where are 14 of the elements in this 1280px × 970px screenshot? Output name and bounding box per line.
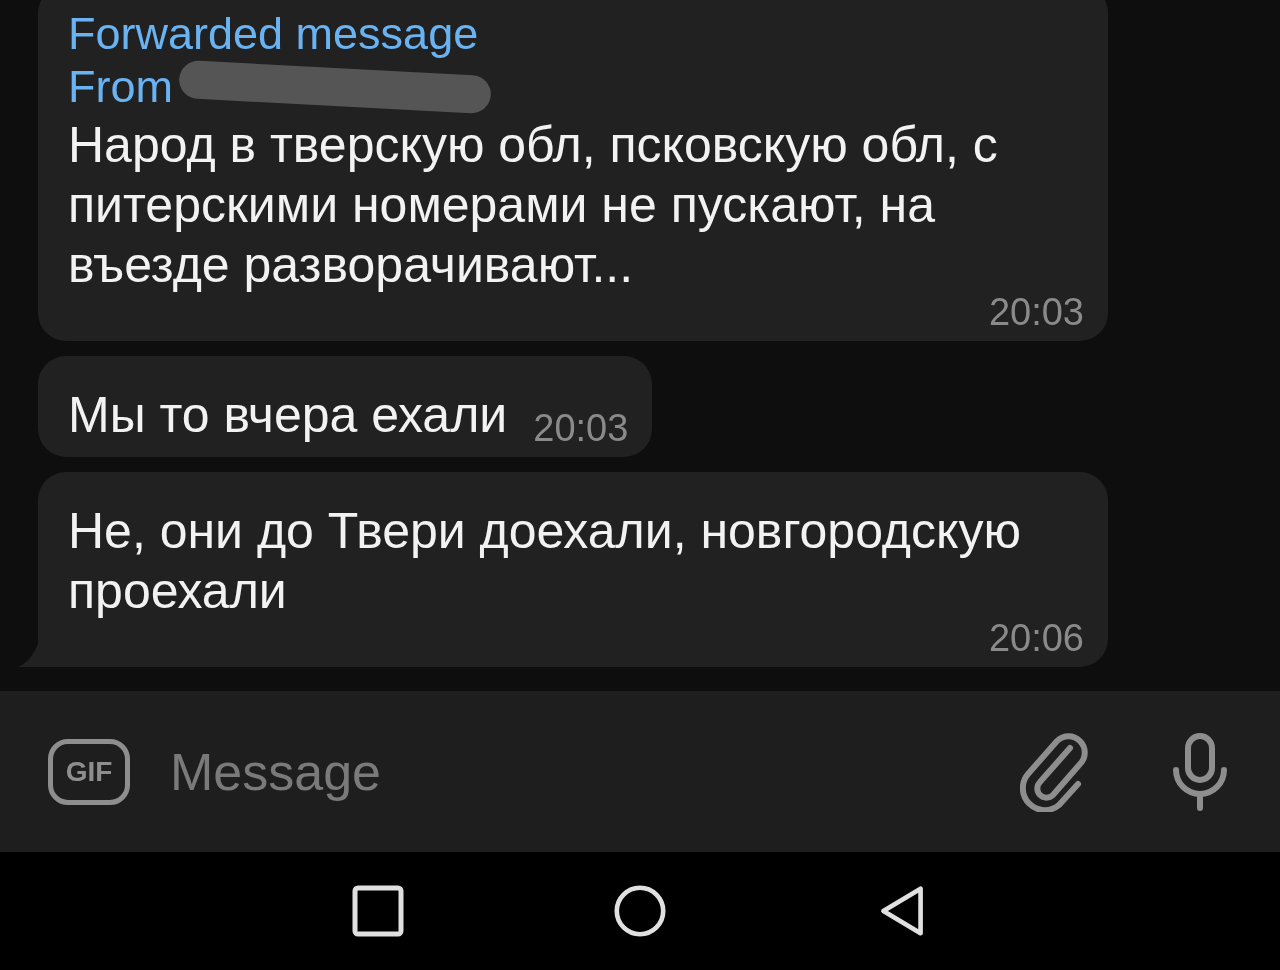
microphone-icon[interactable] bbox=[1170, 731, 1230, 812]
sender-label: From bbox=[68, 60, 173, 113]
forwarded-label: Forwarded message bbox=[68, 7, 480, 60]
paperclip-icon[interactable] bbox=[1020, 731, 1090, 812]
message-input[interactable]: Message bbox=[170, 739, 430, 804]
home-icon[interactable] bbox=[614, 885, 666, 937]
message-time: 20:06 bbox=[988, 621, 1084, 655]
recents-icon[interactable] bbox=[352, 885, 404, 937]
message-text: Не, они до Твери доехали, новгородскую проехали bbox=[68, 502, 1021, 621]
message-text: Народ в тверскую обл, псковскую обл, с питерскими номерами не пускают, на въезде разворачивают... bbox=[68, 116, 998, 295]
message-text: Мы то вчера ехали bbox=[68, 386, 508, 445]
message-time: 20:03 bbox=[988, 295, 1084, 329]
gif-button[interactable]: GIF bbox=[48, 738, 130, 805]
message-time: 20:03 bbox=[533, 411, 629, 445]
